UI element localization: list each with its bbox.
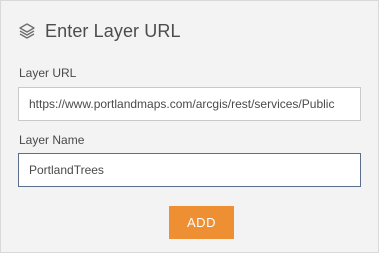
layer-url-input[interactable] — [18, 87, 361, 121]
panel-title: Enter Layer URL — [45, 20, 181, 41]
layers-icon — [18, 22, 36, 40]
enter-layer-url-panel: Enter Layer URL Layer URL Layer Name ADD — [0, 0, 379, 253]
layer-name-input[interactable] — [18, 153, 361, 187]
layer-name-label: Layer Name — [19, 133, 85, 147]
panel-header: Enter Layer URL — [18, 19, 181, 43]
layer-url-label: Layer URL — [19, 66, 77, 80]
add-button[interactable]: ADD — [169, 206, 234, 239]
